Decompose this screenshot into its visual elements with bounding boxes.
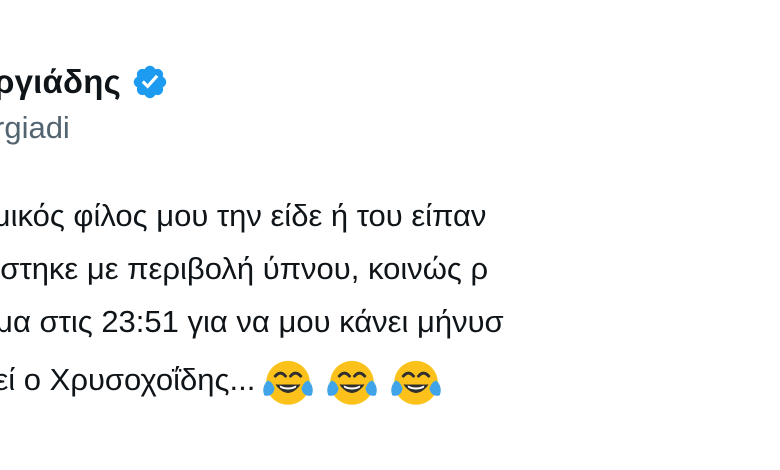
tweet-text-line: μήμα στις 23:51 για να μου κάνει μήνυσ <box>0 304 504 339</box>
face-with-tears-of-joy-icon <box>327 360 378 405</box>
author-handle[interactable]: rgiadi <box>0 110 70 146</box>
tweet-text-fragment: ηθεί ο Χρυσοχοΐδης... <box>0 362 256 398</box>
face-with-tears-of-joy-icon <box>263 360 314 405</box>
face-with-tears-of-joy-icon <box>391 360 442 405</box>
tweet-text-line: ανίστηκε με περιβολή ύπνου, κοινώς ρ <box>0 251 489 286</box>
author-name-row[interactable]: ργιάδης <box>0 56 169 108</box>
tweet-text-line: νομικός φίλος μου την είδε ή του είπαν <box>0 198 487 233</box>
tweet-card: ργιάδης rgiadi νομικός φίλος μου την είδ… <box>0 0 780 470</box>
verified-badge-icon <box>133 65 167 99</box>
author-display-name[interactable]: ργιάδης <box>0 63 121 101</box>
tweet-text-line-last: ηθεί ο Χρυσοχοΐδης... <box>0 355 780 408</box>
tweet-text: νομικός φίλος μου την είδε ή του είπαν α… <box>0 196 780 408</box>
emoji-group <box>261 355 443 409</box>
